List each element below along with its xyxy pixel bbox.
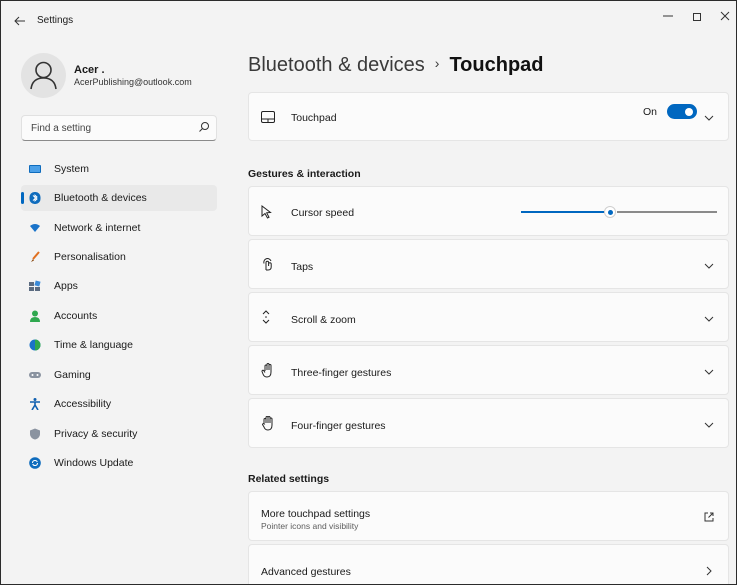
user-name: Acer . xyxy=(74,64,105,76)
sidebar-item-label: Personalisation xyxy=(54,251,126,263)
scroll-icon xyxy=(261,310,275,324)
accounts-icon xyxy=(29,310,41,322)
sidebar-item-bluetooth-devices[interactable]: Bluetooth & devices xyxy=(21,185,217,211)
touchpad-label: Touchpad xyxy=(291,112,337,124)
sidebar-item-label: Network & internet xyxy=(54,222,141,234)
back-arrow-icon[interactable] xyxy=(13,14,29,30)
more-touchpad-sub: Pointer icons and visibility xyxy=(261,521,359,531)
user-email: AcerPublishing@outlook.com xyxy=(74,77,192,87)
sidebar-item-label: Privacy & security xyxy=(54,428,138,440)
sidebar-item-label: Gaming xyxy=(54,369,91,381)
sidebar-item-label: System xyxy=(54,163,90,175)
touchpad-card[interactable]: Touchpad On xyxy=(248,92,729,141)
sidebar-item-system[interactable]: System xyxy=(21,156,217,182)
gaming-icon xyxy=(29,369,41,381)
scroll-zoom-card[interactable]: Scroll & zoom xyxy=(248,292,729,342)
cursor-speed-slider-track[interactable] xyxy=(617,211,717,213)
avatar[interactable] xyxy=(21,53,66,98)
apps-icon xyxy=(29,280,41,292)
maximize-button[interactable] xyxy=(682,9,712,27)
breadcrumb-parent[interactable]: Bluetooth & devices xyxy=(248,54,425,76)
chevron-right-icon[interactable] xyxy=(704,566,714,576)
search-icon[interactable] xyxy=(198,121,212,135)
open-external-icon[interactable] xyxy=(704,512,714,522)
chevron-down-icon[interactable] xyxy=(704,420,714,430)
brush-icon xyxy=(29,251,41,263)
sidebar-item-label: Bluetooth & devices xyxy=(54,192,147,204)
taps-card[interactable]: Taps xyxy=(248,239,729,289)
sidebar-item-personalisation[interactable]: Personalisation xyxy=(21,244,217,270)
app-title: Settings xyxy=(37,15,74,26)
search-box[interactable] xyxy=(21,115,217,141)
more-touchpad-label: More touchpad settings xyxy=(261,508,371,520)
minimize-button[interactable] xyxy=(653,9,683,27)
maximize-icon xyxy=(693,13,701,22)
shield-icon xyxy=(29,428,41,440)
four-finger-label: Four-finger gestures xyxy=(291,420,386,432)
touchpad-toggle[interactable] xyxy=(667,104,697,119)
sidebar-item-time-language[interactable]: Time & language xyxy=(21,332,217,358)
chevron-down-icon[interactable] xyxy=(704,113,714,123)
chevron-down-icon[interactable] xyxy=(704,314,714,324)
cursor-speed-slider-thumb[interactable] xyxy=(604,206,616,218)
update-icon xyxy=(29,457,41,469)
related-section-title: Related settings xyxy=(248,473,330,485)
settings-window: Settings Acer . AcerPublishing@outlook.c… xyxy=(0,0,737,585)
advanced-gestures-card[interactable]: Advanced gestures xyxy=(248,544,729,584)
sidebar-item-apps[interactable]: Apps xyxy=(21,273,217,299)
sidebar-item-accounts[interactable]: Accounts xyxy=(21,303,217,329)
sidebar-item-label: Time & language xyxy=(54,339,133,351)
sidebar-item-network[interactable]: Network & internet xyxy=(21,215,217,241)
toggle-knob xyxy=(685,107,693,116)
sidebar-item-privacy-security[interactable]: Privacy & security xyxy=(21,421,217,447)
time-language-icon xyxy=(29,339,41,351)
tap-icon xyxy=(261,257,275,271)
advanced-gestures-label: Advanced gestures xyxy=(261,566,351,578)
sidebar-item-label: Windows Update xyxy=(54,457,134,469)
cursor-speed-slider-fill xyxy=(521,211,609,213)
network-icon xyxy=(29,222,41,234)
hand-icon xyxy=(261,416,275,431)
sidebar-item-accessibility[interactable]: Accessibility xyxy=(21,391,217,417)
bluetooth-icon xyxy=(29,192,41,204)
gestures-section-title: Gestures & interaction xyxy=(248,168,361,180)
close-button[interactable] xyxy=(710,9,736,27)
system-icon xyxy=(29,163,41,175)
taps-label: Taps xyxy=(291,261,314,273)
chevron-down-icon[interactable] xyxy=(704,367,714,377)
breadcrumb-separator: › xyxy=(434,55,440,71)
cursor-speed-card: Cursor speed xyxy=(248,186,729,236)
accessibility-icon xyxy=(29,398,41,411)
hand-icon xyxy=(261,363,275,378)
more-touchpad-settings-card[interactable]: More touchpad settings Pointer icons and… xyxy=(248,491,729,541)
breadcrumb: Bluetooth & devices › Touchpad xyxy=(248,54,544,77)
scroll-zoom-label: Scroll & zoom xyxy=(291,314,356,326)
sidebar-item-label: Accounts xyxy=(54,310,98,322)
touchpad-icon xyxy=(261,111,275,125)
chevron-down-icon[interactable] xyxy=(704,261,714,271)
sidebar-item-windows-update[interactable]: Windows Update xyxy=(21,450,217,476)
active-indicator xyxy=(21,192,24,204)
cursor-icon xyxy=(261,204,275,219)
sidebar-item-label: Accessibility xyxy=(54,398,112,410)
page-title: Touchpad xyxy=(449,54,544,76)
three-finger-label: Three-finger gestures xyxy=(291,367,392,379)
title-bar: Settings xyxy=(1,1,736,41)
toggle-state-text: On xyxy=(643,106,658,118)
four-finger-card[interactable]: Four-finger gestures xyxy=(248,398,729,448)
sidebar-item-label: Apps xyxy=(54,280,78,292)
sidebar-item-gaming[interactable]: Gaming xyxy=(21,362,217,388)
cursor-speed-label: Cursor speed xyxy=(291,207,355,219)
three-finger-card[interactable]: Three-finger gestures xyxy=(248,345,729,395)
search-input[interactable] xyxy=(22,116,192,140)
